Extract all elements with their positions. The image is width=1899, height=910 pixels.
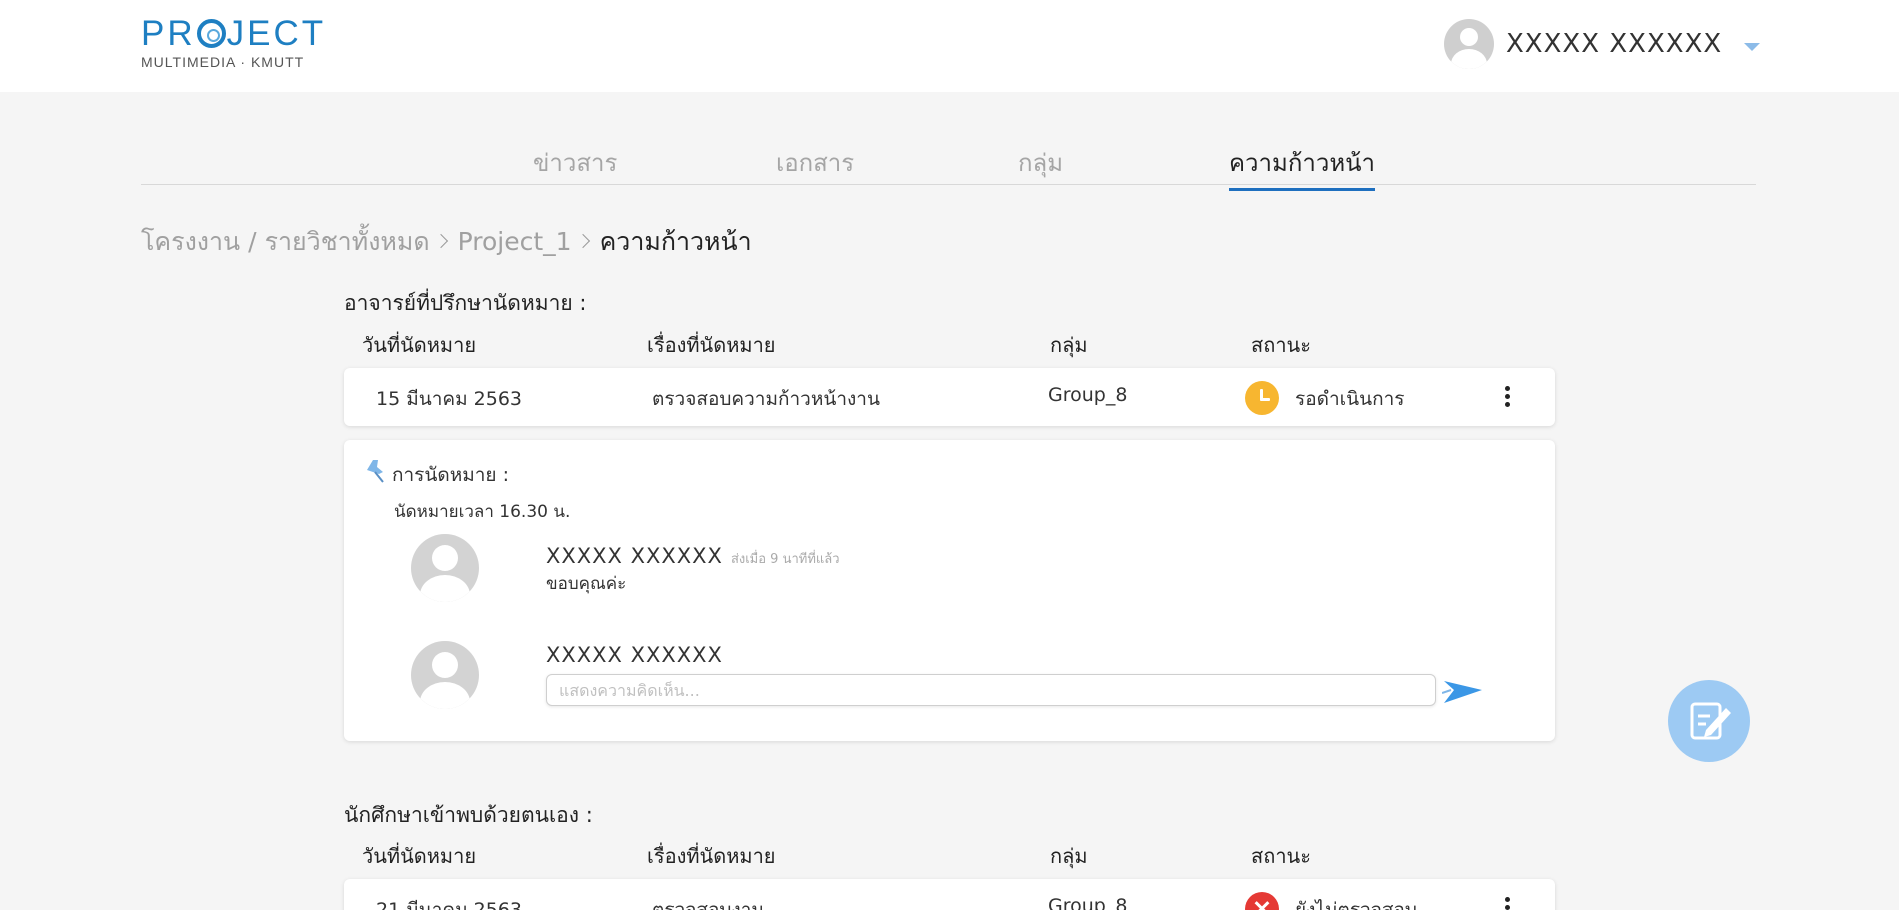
column-group: กลุ่ม xyxy=(1050,333,1088,357)
row-group: Group_8 xyxy=(1048,384,1128,406)
comment-text: ขอบคุณค่ะ xyxy=(546,574,627,594)
chevron-right-icon xyxy=(433,233,448,249)
advisor-section-title: อาจารย์ที่ปรึกษานัดหมาย : xyxy=(344,291,587,315)
column-date: วันที่นัดหมาย xyxy=(362,844,477,868)
row-status: รอดำเนินการ xyxy=(1295,388,1405,410)
comment-input[interactable] xyxy=(546,674,1436,706)
more-options-icon[interactable] xyxy=(1497,386,1517,410)
add-appointment-button[interactable] xyxy=(1668,680,1750,762)
column-group: กลุ่ม xyxy=(1050,844,1088,868)
user-menu[interactable]: XXXXX XXXXXX xyxy=(1444,19,1761,69)
logo-wordmark: PR JECT xyxy=(141,16,326,52)
column-topic: เรื่องที่นัดหมาย xyxy=(647,333,776,357)
logo-suffix: JECT xyxy=(226,14,327,53)
edit-note-icon xyxy=(1690,702,1731,740)
row-date: 15 มีนาคม 2563 xyxy=(376,388,523,410)
top-bar: PR JECT MULTIMEDIA · KMUTT XXXXX XXXXXX xyxy=(0,0,1899,92)
row-date: 21 มีนาคม 2563 xyxy=(376,899,523,910)
breadcrumb-project[interactable]: Project_1 xyxy=(458,227,572,256)
row-status: ยังไม่ตรวจสอบ xyxy=(1295,899,1417,910)
tab-documents[interactable]: เอกสาร xyxy=(776,143,854,188)
breadcrumb-separator: / xyxy=(248,227,257,256)
chevron-right-icon xyxy=(575,233,590,249)
student-section-title: นักศึกษาเข้าพบด้วยตนเอง : xyxy=(344,803,593,827)
user-avatar xyxy=(1444,19,1494,69)
column-status: สถานะ xyxy=(1251,844,1311,868)
current-user-avatar xyxy=(411,641,479,709)
row-topic: ตรวจสอบความก้าวหน้างาน xyxy=(652,388,880,410)
pin-icon xyxy=(367,460,384,483)
comment-author: XXXXX XXXXXX ส่งเมื่อ 9 นาทีที่แล้ว xyxy=(546,544,840,569)
breadcrumb: โครงงาน / รายวิชาทั้งหมด Project_1 ความก้าวห… xyxy=(141,222,752,262)
comment-author-name: XXXXX XXXXXX xyxy=(546,544,723,568)
column-date: วันที่นัดหมาย xyxy=(362,333,477,357)
appointment-note: นัดหมายเวลา 16.30 น. xyxy=(394,502,571,522)
comment-time: ส่งเมื่อ 9 นาทีที่แล้ว xyxy=(730,552,840,567)
tab-progress[interactable]: ความก้าวหน้า xyxy=(1229,143,1376,191)
logo-subtitle: MULTIMEDIA · KMUTT xyxy=(141,54,305,70)
chevron-down-icon[interactable] xyxy=(1744,43,1761,51)
user-name: XXXXX XXXXXX xyxy=(1506,29,1723,59)
table-row[interactable]: 21 มีนาคม 2563 ตรวจสอบงาน Group_8 ยังไม่… xyxy=(344,879,1555,910)
close-icon xyxy=(1245,892,1279,910)
column-status: สถานะ xyxy=(1251,333,1311,357)
breadcrumb-course[interactable]: รายวิชาทั้งหมด xyxy=(265,227,430,256)
more-options-icon[interactable] xyxy=(1497,897,1517,910)
tab-bar: ข่าวสาร เอกสาร กลุ่ม ความก้าวหน้า xyxy=(141,140,1756,191)
appointment-detail-card: การนัดหมาย : นัดหมายเวลา 16.30 น. XXXXX … xyxy=(344,440,1555,741)
row-topic: ตรวจสอบงาน xyxy=(652,899,765,910)
tab-group[interactable]: กลุ่ม xyxy=(1018,143,1063,188)
row-group: Group_8 xyxy=(1048,895,1128,910)
table-row[interactable]: 15 มีนาคม 2563 ตรวจสอบความก้าวหน้างาน Gr… xyxy=(344,368,1555,426)
logo-ring-icon xyxy=(196,19,226,48)
breadcrumb-root[interactable]: โครงงาน xyxy=(141,227,240,256)
tab-news[interactable]: ข่าวสาร xyxy=(533,143,617,188)
column-topic: เรื่องที่นัดหมาย xyxy=(647,844,776,868)
logo-prefix: PR xyxy=(141,14,196,53)
breadcrumb-current: ความก้าวหน้า xyxy=(599,227,752,256)
clock-icon xyxy=(1245,381,1279,415)
appointment-label: การนัดหมาย : xyxy=(392,464,509,486)
send-icon[interactable] xyxy=(1442,673,1484,707)
logo[interactable]: PR JECT MULTIMEDIA · KMUTT xyxy=(141,16,326,71)
commenter-avatar xyxy=(411,534,479,602)
reply-author: XXXXX XXXXXX xyxy=(546,643,723,667)
